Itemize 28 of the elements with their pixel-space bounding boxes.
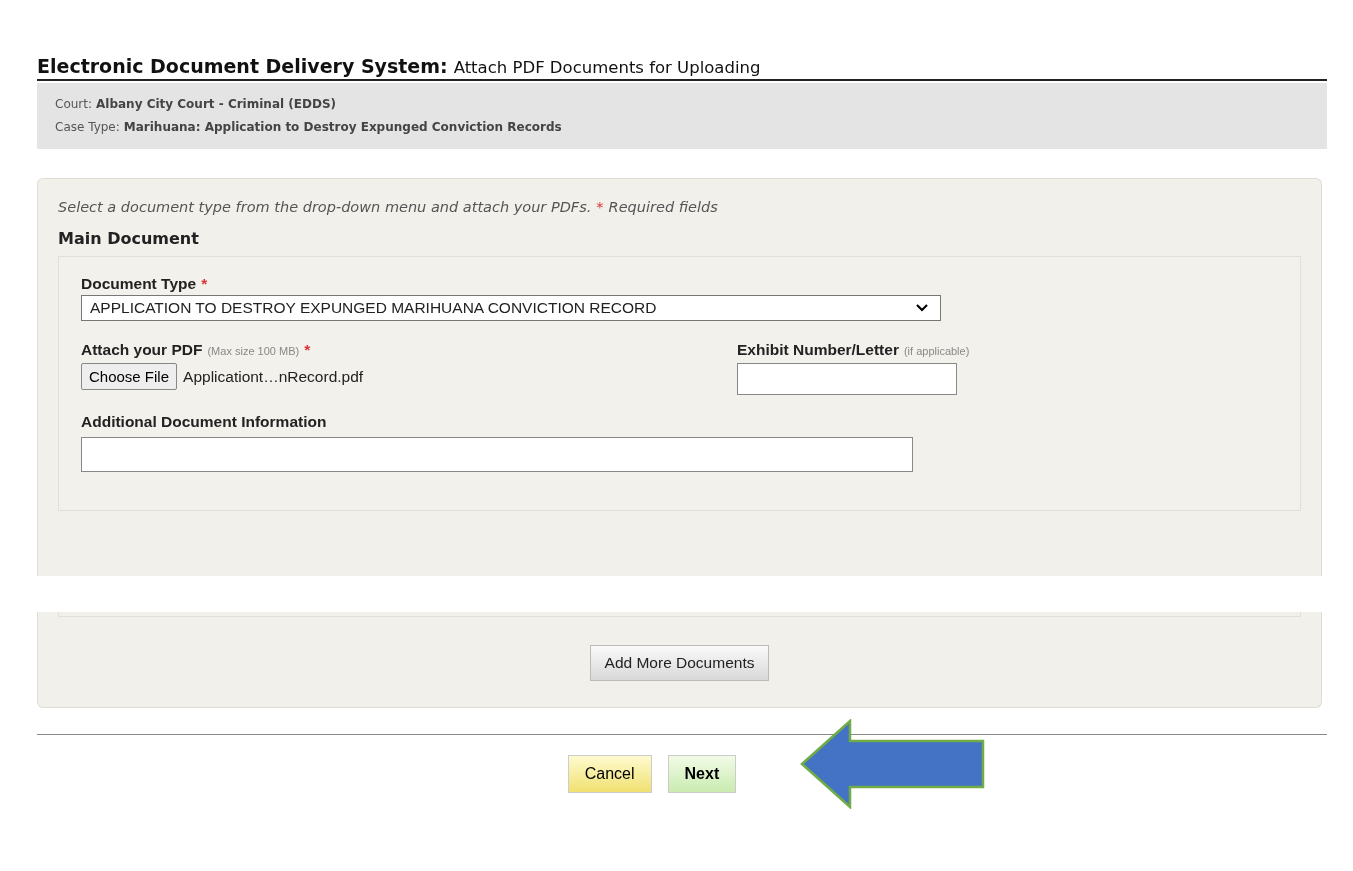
file-name: Applicationt…nRecord.pdf	[183, 367, 364, 386]
additional-info-input-field[interactable]	[81, 437, 913, 472]
exhibit-input-field[interactable]	[737, 363, 957, 395]
document-type-select[interactable]: APPLICATION TO DESTROY EXPUNGED MARIHUANA CONVICTION RECORD	[81, 295, 941, 321]
info-value: Albany City Court - Criminal (EDDS)	[96, 97, 336, 111]
arrow-icon	[800, 719, 986, 809]
field-label: Additional Document Information	[81, 413, 327, 431]
section-heading: Main Document	[58, 229, 200, 248]
choose-file-button[interactable]: Choose File	[81, 363, 178, 390]
page-title: Electronic Document Delivery System:	[37, 55, 448, 77]
required-mark: *	[596, 199, 604, 215]
add-more-documents-button[interactable]: Add More Documents	[589, 645, 770, 681]
field-hint: (if applicable)	[903, 345, 970, 357]
info-value: Marihuana: Application to Destroy Expunged Conviction Records	[123, 120, 562, 134]
info-label: Case Type:	[55, 120, 120, 134]
required-note: Required fields	[608, 199, 718, 215]
field-label: Exhibit Number/Letter	[737, 341, 899, 359]
instructions-text: Select a document type from the drop-down menu and attach your PDFs.	[58, 199, 592, 215]
cancel-button[interactable]: Cancel	[567, 755, 652, 793]
info-label: Court:	[55, 97, 92, 111]
required-mark: *	[304, 341, 311, 359]
page-subtitle: Attach PDF Documents for Uploading	[453, 58, 761, 77]
field-label: Document Type	[81, 275, 197, 293]
required-mark: *	[201, 275, 208, 293]
chevron-down-icon	[916, 304, 928, 312]
field-hint: (Max size 100 MB)	[207, 345, 300, 357]
next-button[interactable]: Next	[667, 755, 737, 793]
field-label: Attach your PDF	[81, 341, 203, 359]
